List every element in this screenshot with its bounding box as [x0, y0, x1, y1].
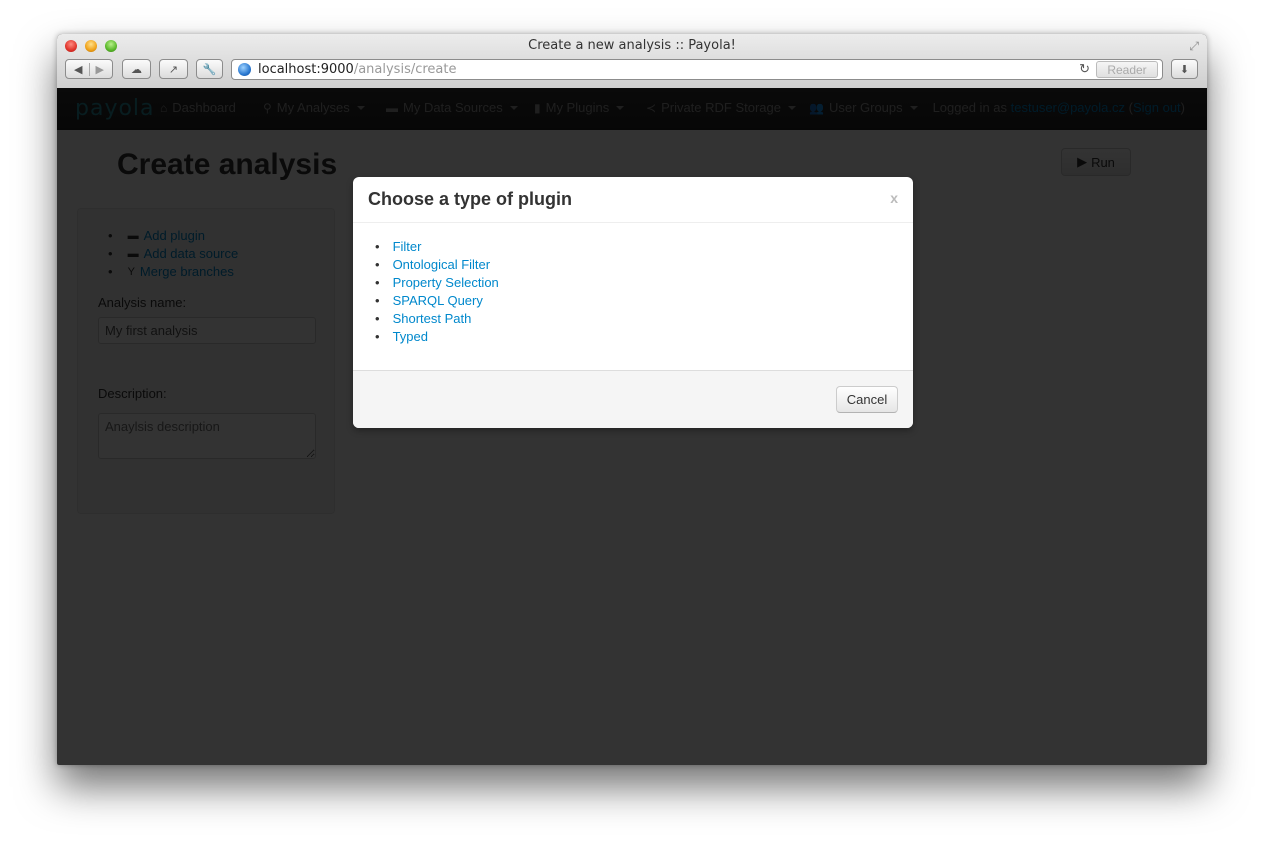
download-icon: ⬇ [1179, 63, 1190, 76]
back-forward-buttons[interactable]: ◀ ▶ [65, 59, 113, 79]
fullscreen-icon[interactable]: ⤢ [1189, 39, 1199, 54]
list-item: SPARQL Query [375, 292, 499, 310]
share-icon: ↗ [168, 63, 179, 76]
choose-plugin-modal: Choose a type of plugin x Filter Ontolog… [353, 177, 913, 428]
plugin-filter-link[interactable]: Filter [393, 238, 422, 256]
url-text[interactable]: localhost:9000/analysis/create [258, 62, 457, 77]
reload-icon[interactable]: ↻ [1079, 61, 1090, 77]
wrench-icon: 🔧 [202, 63, 217, 76]
share-button[interactable]: ↗ [159, 59, 188, 79]
tools-button[interactable]: 🔧 [196, 59, 223, 79]
list-item: Filter [375, 238, 499, 256]
forward-arrow-icon[interactable]: ▶ [90, 63, 104, 76]
modal-body: Filter Ontological Filter Property Selec… [353, 223, 913, 370]
cancel-button[interactable]: Cancel [836, 386, 898, 413]
list-item: Ontological Filter [375, 256, 499, 274]
modal-title: Choose a type of plugin [368, 189, 573, 209]
icloud-button[interactable]: ☁ [122, 59, 151, 79]
close-icon[interactable]: x [890, 190, 898, 206]
list-item: Shortest Path [375, 310, 499, 328]
plugin-type-list: Filter Ontological Filter Property Selec… [375, 238, 499, 346]
list-item: Typed [375, 328, 499, 346]
plugin-shortest-path-link[interactable]: Shortest Path [393, 310, 472, 328]
browser-toolbar: Create a new analysis :: Payola! ⤢ ◀ ▶ ☁… [57, 34, 1207, 89]
list-item: Property Selection [375, 274, 499, 292]
address-bar[interactable]: localhost:9000/analysis/create ↻ Reader [231, 59, 1163, 80]
cloud-icon: ☁ [131, 63, 142, 76]
plugin-ontological-filter-link[interactable]: Ontological Filter [393, 256, 491, 274]
plugin-typed-link[interactable]: Typed [393, 328, 428, 346]
window-title: Create a new analysis :: Payola! [528, 38, 736, 53]
modal-header: Choose a type of plugin x [353, 177, 913, 223]
downloads-button[interactable]: ⬇ [1171, 59, 1198, 79]
globe-icon [238, 63, 251, 76]
plugin-property-selection-link[interactable]: Property Selection [393, 274, 499, 292]
back-arrow-icon[interactable]: ◀ [74, 62, 90, 76]
modal-footer: Cancel [353, 370, 913, 428]
plugin-sparql-query-link[interactable]: SPARQL Query [393, 292, 483, 310]
browser-window: Create a new analysis :: Payola! ⤢ ◀ ▶ ☁… [57, 34, 1207, 765]
reader-button[interactable]: Reader [1096, 61, 1158, 78]
